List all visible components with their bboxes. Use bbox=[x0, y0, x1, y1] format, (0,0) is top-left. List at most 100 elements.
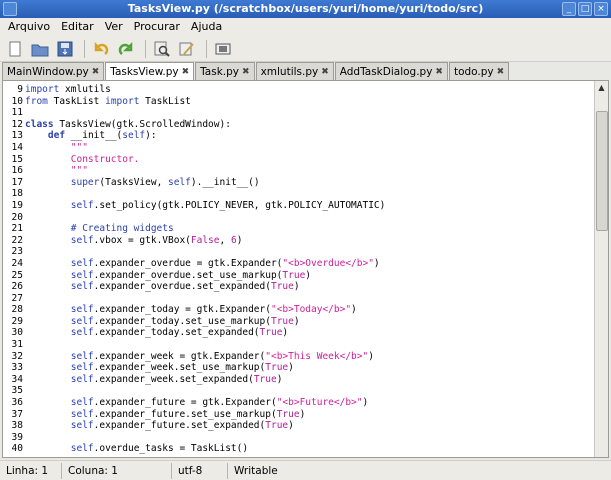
scroll-up-icon[interactable]: ▲ bbox=[595, 81, 608, 95]
menu-ajuda[interactable]: Ajuda bbox=[187, 18, 226, 36]
code-line: 37 self .expander_future.set_use_markup(T… bbox=[12, 408, 592, 421]
tab-todo[interactable]: todo.py ✖ bbox=[448, 62, 510, 80]
tab-task[interactable]: Task.py ✖ bbox=[195, 62, 255, 80]
code-token: ) bbox=[299, 408, 306, 420]
code-token: self bbox=[70, 234, 94, 246]
new-file-icon[interactable] bbox=[4, 38, 26, 60]
line-number: 11 bbox=[11, 107, 23, 119]
toolbar-separator bbox=[206, 39, 207, 58]
code-token: from bbox=[25, 95, 48, 107]
line-number: 13 bbox=[11, 130, 23, 142]
code-token: ) bbox=[373, 257, 380, 269]
tab-mainwindow[interactable]: MainWindow.py ✖ bbox=[2, 62, 105, 80]
line-number: 18 bbox=[11, 188, 23, 200]
code-line: 40 self .overdue_tasks = TaskList() bbox=[12, 443, 592, 455]
line-number: 25 bbox=[11, 269, 23, 281]
code-token: __init__( bbox=[65, 130, 123, 142]
code-token: True bbox=[276, 408, 300, 420]
close-icon[interactable]: ✖ bbox=[321, 67, 329, 77]
tab-label: MainWindow.py bbox=[7, 65, 89, 78]
menu-editar[interactable]: Editar bbox=[57, 18, 98, 36]
code-editor[interactable]: 9 import xmlutils 10 from TaskList import T… bbox=[2, 80, 609, 458]
menu-ver[interactable]: Ver bbox=[101, 18, 127, 36]
tab-bar: MainWindow.py ✖ TasksView.py ✖ Task.py ✖ xm… bbox=[2, 62, 609, 81]
line-number: 35 bbox=[11, 385, 23, 397]
tab-tasksview[interactable]: TasksView.py ✖ bbox=[105, 62, 195, 81]
code-token: """ bbox=[70, 165, 88, 177]
code-line: 24 self .expander_overdue = gtk.Expander(… bbox=[12, 257, 592, 270]
line-number: 34 bbox=[11, 373, 23, 385]
tab-label: TasksView.py bbox=[110, 66, 179, 78]
code-token: self bbox=[70, 397, 94, 409]
code-line: 33 self .expander_week.set_use_markup(Tru… bbox=[12, 362, 592, 374]
code-line: 17 super (TasksView, self).__init__() bbox=[12, 177, 592, 189]
title-bar: TasksView.py (/scratchbox/users/yuri/hom… bbox=[0, 0, 611, 18]
code-token: self bbox=[70, 362, 94, 374]
line-number: 12 bbox=[11, 118, 23, 130]
tab-xmlutils[interactable]: xmlutils.py ✖ bbox=[255, 62, 334, 80]
tab-addtaskdialog[interactable]: AddTaskDialog.py ✖ bbox=[334, 62, 448, 80]
code-token: .expander_future = gtk.Expander( bbox=[93, 397, 277, 409]
line-number: 16 bbox=[11, 165, 23, 177]
line-number: 23 bbox=[11, 246, 23, 258]
code-token: self bbox=[70, 199, 94, 211]
minimize-icon[interactable]: _ bbox=[562, 2, 576, 16]
line-number: 14 bbox=[11, 141, 23, 153]
open-file-icon[interactable] bbox=[29, 38, 51, 60]
maximize-icon[interactable]: □ bbox=[578, 2, 592, 16]
close-icon[interactable]: ✖ bbox=[92, 67, 100, 77]
tab-label: todo.py bbox=[453, 65, 494, 78]
code-token: .expander_future.set_use_markup( bbox=[93, 408, 277, 420]
close-icon[interactable]: ✖ bbox=[182, 67, 190, 77]
status-column: Coluna: 1 bbox=[62, 462, 172, 479]
code-token: class bbox=[25, 118, 54, 130]
line-number: 9 bbox=[17, 84, 23, 95]
line-number: 27 bbox=[11, 292, 23, 304]
code-token: True bbox=[265, 362, 289, 374]
code-line: 34 self .expander_week.set_expanded(True) bbox=[12, 374, 592, 386]
line-number: 31 bbox=[11, 339, 23, 351]
line-number: 21 bbox=[11, 223, 23, 235]
line-number: 37 bbox=[11, 408, 23, 420]
undo-icon[interactable] bbox=[90, 38, 112, 60]
code-token: TasksView(gtk.ScrolledWindow): bbox=[53, 118, 231, 130]
code-token: self bbox=[70, 315, 94, 327]
code-token: self bbox=[122, 130, 146, 142]
toolbar bbox=[0, 36, 611, 62]
toolbar-separator bbox=[145, 39, 146, 58]
scrollbar-thumb[interactable] bbox=[596, 111, 608, 231]
code-token: True bbox=[259, 327, 283, 339]
vertical-scrollbar[interactable]: ▲ bbox=[594, 81, 608, 457]
code-token: .expander_today = gtk.Expander( bbox=[93, 304, 271, 316]
code-token: ) bbox=[236, 234, 243, 246]
close-icon[interactable]: ✖ bbox=[242, 67, 250, 77]
menu-procurar[interactable]: Procurar bbox=[130, 18, 184, 36]
tab-label: Task.py bbox=[200, 65, 240, 78]
fullscreen-icon[interactable] bbox=[212, 38, 234, 60]
preferences-icon[interactable] bbox=[176, 38, 198, 60]
code-token: True bbox=[265, 420, 289, 432]
close-icon[interactable]: ✖ bbox=[497, 67, 505, 77]
line-number: 24 bbox=[11, 257, 23, 269]
find-icon[interactable] bbox=[151, 38, 173, 60]
code-line: 13 def __init__(self): bbox=[12, 130, 592, 142]
code-token: self bbox=[70, 281, 94, 293]
code-token: ) bbox=[293, 315, 300, 327]
close-icon[interactable]: × bbox=[594, 2, 608, 16]
save-file-icon[interactable] bbox=[54, 38, 76, 60]
code-token: "<b>This Week</b>" bbox=[265, 350, 369, 362]
line-number: 29 bbox=[11, 315, 23, 327]
menu-arquivo[interactable]: Arquivo bbox=[4, 18, 54, 36]
line-number: 38 bbox=[11, 420, 23, 432]
close-icon[interactable]: ✖ bbox=[435, 67, 443, 77]
redo-icon[interactable] bbox=[115, 38, 137, 60]
code-line: 29 self .expander_today.set_use_markup(Tr… bbox=[12, 315, 592, 328]
code-token: self bbox=[70, 350, 94, 362]
code-area[interactable]: 9 import xmlutils 10 from TaskList import T… bbox=[12, 84, 592, 455]
